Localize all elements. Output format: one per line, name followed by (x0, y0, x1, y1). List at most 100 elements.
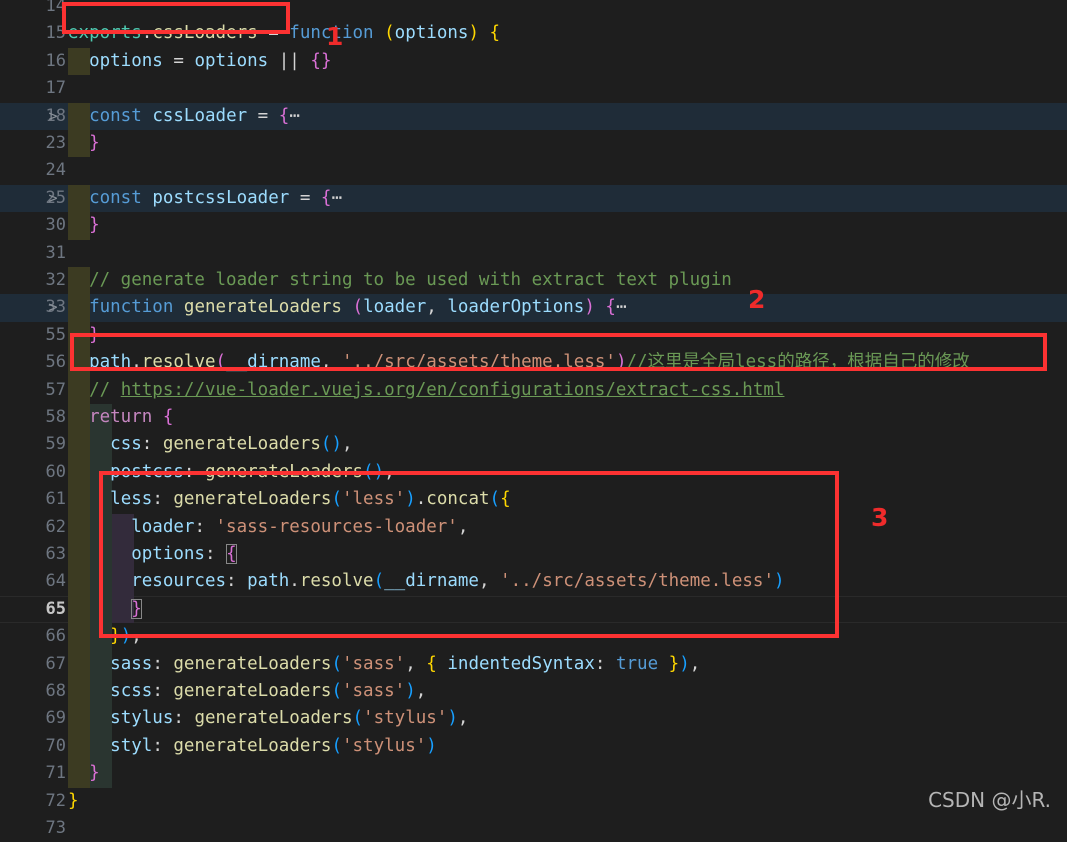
code-token: loader (363, 297, 427, 318)
line-number: 62 (45, 516, 66, 537)
code-token: 'sass' (341, 653, 406, 674)
code-token: postcss (110, 461, 184, 482)
code-text: styl: generateLoaders('stylus') (68, 733, 437, 760)
code-token: = (257, 23, 290, 44)
code-line[interactable]: 31 (0, 240, 1067, 267)
code-line[interactable]: 18 > const cssLoader = {⋯ (0, 102, 1067, 130)
code-token: loader (131, 516, 195, 537)
code-text: options: { (68, 541, 237, 568)
code-line[interactable]: 14 (0, 0, 1067, 20)
line-number: 70 (45, 735, 66, 756)
code-text: loader: 'sass-resources-loader', (68, 514, 468, 541)
watermark: CSDN @小R. (928, 788, 1051, 812)
code-token: ) (426, 735, 437, 756)
code-line[interactable]: 16 options = options || {} (0, 47, 1067, 76)
code-line[interactable]: 61 less: generateLoaders('less').concat(… (0, 486, 1067, 514)
code-line[interactable]: 25 > const postcssLoader = {⋯ (0, 184, 1067, 213)
code-line[interactable]: 63 options: { (0, 541, 1067, 569)
code-token: 'sass' (341, 681, 406, 701)
code-token: : (204, 544, 227, 564)
code-line[interactable]: 72} (0, 788, 1067, 815)
code-token: cssLoaders (152, 23, 258, 44)
code-line[interactable]: 55 } (0, 321, 1067, 350)
code-line[interactable]: 33 > function generateLoaders (loader, lo… (0, 294, 1067, 322)
code-line[interactable]: 65 } (0, 595, 1067, 624)
chevron-right-icon[interactable]: > (44, 103, 62, 130)
line-number: 61 (45, 489, 66, 510)
code-text: // https://vue-loader.vuejs.org/en/confi… (68, 377, 784, 404)
code-token: resolve (141, 352, 216, 373)
code-token: ) (584, 297, 595, 318)
code-line[interactable]: 71 } (0, 760, 1067, 788)
code-line[interactable]: 57 // https://vue-loader.vuejs.org/en/co… (0, 376, 1067, 404)
code-line[interactable]: 62 loader: 'sass-resources-loader', (0, 513, 1067, 541)
line-number: 17 (45, 78, 66, 99)
code-line[interactable]: 67 sass: generateLoaders('sass', { inden… (0, 650, 1067, 678)
code-token: options (394, 23, 469, 44)
code-text: less: generateLoaders('less').concat({ (68, 486, 510, 513)
code-token: { (426, 653, 437, 674)
code-line[interactable]: 15 exports.cssLoaders = function (options… (0, 20, 1067, 47)
code-token: } (320, 50, 332, 71)
code-line[interactable]: 30 } (0, 212, 1067, 240)
code-line[interactable]: 66 }), (0, 623, 1067, 651)
code-token: , (320, 352, 342, 373)
code-line[interactable]: 64 resources: path.resolve(__dirname, '.… (0, 568, 1067, 596)
chevron-right-icon[interactable]: > (44, 185, 62, 212)
code-line[interactable]: 73 (0, 815, 1067, 842)
code-token: options (89, 50, 163, 71)
code-token: ( (489, 489, 501, 510)
code-editor[interactable]: 14 15 exports.cssLoaders = function (optio… (0, 0, 1067, 838)
code-line[interactable]: 58 return { (0, 404, 1067, 432)
code-line[interactable]: 69 stylus: generateLoaders('stylus'), (0, 705, 1067, 733)
code-token: 'stylus' (341, 735, 427, 756)
code-line[interactable]: 17 (0, 75, 1067, 102)
code-text: function generateLoaders (loader, loader… (68, 294, 626, 321)
code-line[interactable]: 70 styl: generateLoaders('stylus') (0, 732, 1067, 761)
code-token: : (173, 708, 195, 729)
code-line[interactable]: 68 scss: generateLoaders('sass'), (0, 678, 1067, 706)
code-token: 'stylus' (363, 708, 448, 729)
code-token: : (152, 653, 174, 674)
line-number: 66 (45, 626, 66, 647)
code-token: ( (331, 653, 342, 674)
line-number: 68 (45, 681, 66, 701)
code-token: path (89, 352, 132, 373)
code-token: postcssLoader (152, 187, 290, 208)
code-token: ⋯ (331, 187, 342, 208)
code-text: } (68, 760, 100, 787)
code-line[interactable]: 60 postcss: generateLoaders(), (0, 458, 1067, 487)
code-token: true (615, 653, 659, 674)
code-token: ) (615, 352, 627, 373)
code-token: ⋯ (289, 105, 300, 126)
code-line[interactable]: 32 // generate loader string to be used … (0, 267, 1067, 295)
code-line[interactable]: 56 path.resolve(__dirname, '../src/asset… (0, 349, 1067, 377)
code-token: resolve (299, 571, 374, 592)
code-line[interactable]: 23 } (0, 130, 1067, 158)
code-token: generateLoaders (173, 735, 332, 756)
line-number: 56 (45, 352, 66, 373)
code-token: ( (352, 708, 364, 729)
code-line[interactable]: 24 (0, 157, 1067, 184)
code-token: ) (679, 653, 690, 674)
chevron-right-icon[interactable]: > (44, 294, 62, 321)
code-line[interactable]: 59 css: generateLoaders(), (0, 431, 1067, 459)
code-token: generateLoaders (194, 708, 353, 729)
annotation-number-1: 1 (326, 22, 344, 51)
code-token: } (89, 133, 100, 153)
code-token: generateLoaders (173, 653, 332, 674)
